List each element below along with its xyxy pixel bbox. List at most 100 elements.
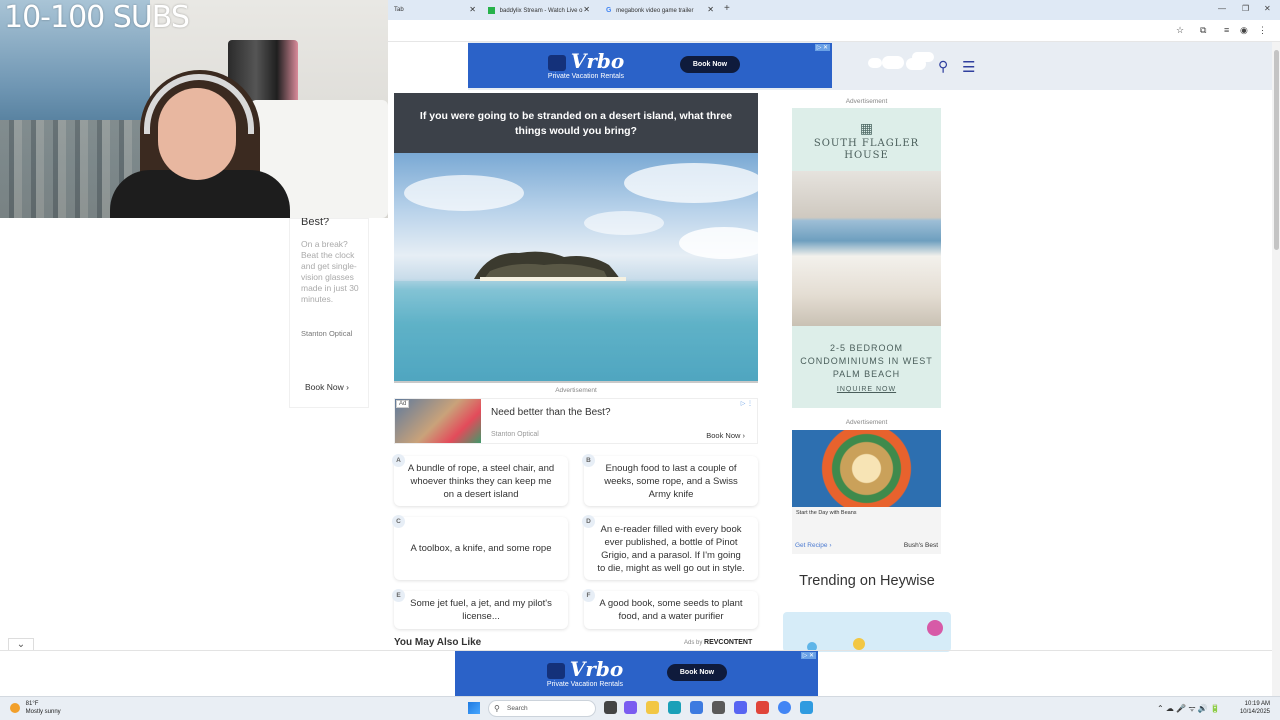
- vrbo-tagline: Private Vacation Rentals: [546, 681, 624, 688]
- adchoices-icon[interactable]: ▷ ⋮: [741, 400, 753, 407]
- answer-option-e[interactable]: E Some jet fuel, a jet, and my pilot's l…: [392, 589, 568, 629]
- subs-goal-label: 10-100 SUBS: [4, 0, 190, 35]
- ad-brand-name: SOUTH FLAGLER HOUSE: [813, 138, 920, 161]
- trending-card[interactable]: [783, 612, 951, 652]
- search-placeholder: Search: [507, 705, 528, 712]
- stanton-side-ad[interactable]: Best? On a break? Beat the clock and get…: [289, 216, 369, 408]
- browser-tab-active[interactable]: Tab ✕: [388, 3, 480, 18]
- minimize-icon[interactable]: —: [1218, 4, 1226, 13]
- vrbo-book-now-button[interactable]: Book Now: [667, 664, 727, 681]
- ad-badge: Ad: [396, 400, 410, 408]
- close-window-icon[interactable]: ✕: [1264, 4, 1271, 13]
- browser-menu-icon[interactable]: ⋮: [1258, 25, 1267, 36]
- favicon-icon: [488, 7, 495, 14]
- answer-option-b[interactable]: B Enough food to last a couple of weeks,…: [582, 454, 758, 506]
- answer-option-a[interactable]: A A bundle of rope, a steel chair, and w…: [392, 454, 568, 506]
- tab-label: megabonk video game trailer: [616, 8, 694, 15]
- vrbo-top-ad[interactable]: Vrbo Private Vacation Rentals Book Now ▷…: [468, 43, 832, 88]
- ad-caption: Start the Day with Beans: [796, 510, 857, 516]
- browser-tab[interactable]: baddylix Stream - Watch Live o ✕: [482, 3, 594, 18]
- ad-book-now-link[interactable]: Book Now ›: [305, 382, 349, 392]
- discord-icon[interactable]: [734, 701, 747, 714]
- ad-book-now-link[interactable]: Book Now ›: [706, 431, 745, 440]
- vrbo-tagline: Private Vacation Rentals: [547, 73, 625, 80]
- browser-tab-bar: Tab ✕ baddylix Stream - Watch Live o ✕ G…: [388, 0, 1280, 20]
- edge-icon[interactable]: [668, 701, 681, 714]
- close-icon[interactable]: ✕: [707, 5, 714, 14]
- vrbo-book-now-button[interactable]: Book Now: [680, 56, 740, 73]
- extension-icon[interactable]: ⧉: [1200, 25, 1206, 36]
- answer-letter: A: [392, 454, 405, 467]
- clock-date: 10/14/2025: [1239, 709, 1270, 715]
- windows-start-icon[interactable]: [468, 702, 480, 714]
- answer-option-d[interactable]: D An e-reader filled with every book eve…: [582, 515, 758, 580]
- answer-text: A toolbox, a knife, and some rope: [410, 543, 552, 554]
- clock[interactable]: 10:19 AM 10/14/2025: [1240, 700, 1270, 716]
- answer-letter: E: [392, 589, 405, 602]
- restore-icon[interactable]: ❐: [1242, 4, 1249, 13]
- clock-time: 10:19 AM: [1244, 701, 1270, 707]
- weather-widget[interactable]: 81°F Mostly sunny: [10, 700, 61, 716]
- ad-brand: Stanton Optical: [491, 431, 539, 438]
- bookmark-star-icon[interactable]: ☆: [1176, 25, 1184, 36]
- adchoices-icon[interactable]: ▷ ✕: [800, 652, 816, 659]
- ad-brand: Bush's Best: [903, 542, 938, 549]
- you-may-also-like-heading: You May Also Like: [394, 637, 482, 648]
- store-icon[interactable]: [690, 701, 703, 714]
- answer-text: A bundle of rope, a steel chair, and who…: [407, 462, 555, 500]
- google-icon: G: [606, 7, 612, 14]
- answer-text: An e-reader filled with every book ever …: [597, 523, 745, 574]
- answer-text: Some jet fuel, a jet, and my pilot's lic…: [410, 598, 552, 622]
- answer-option-c[interactable]: C A toolbox, a knife, and some rope: [392, 515, 568, 580]
- quiz-question: If you were going to be stranded on a de…: [394, 93, 758, 153]
- answer-letter: D: [582, 515, 595, 528]
- vrbo-bottom-ad[interactable]: Vrbo Private Vacation Rentals Book Now ▷…: [455, 651, 818, 696]
- weather-desc: Mostly sunny: [25, 709, 61, 715]
- ad-label: Advertisement: [555, 387, 597, 394]
- inquire-now-link[interactable]: INQUIRE NOW: [792, 386, 941, 393]
- revcontent-attribution[interactable]: Ads by REVCONTENT: [684, 639, 752, 646]
- south-flagler-ad[interactable]: ▦ SOUTH FLAGLER HOUSE 2-5 BEDROOM CONDOM…: [792, 108, 941, 408]
- scrollbar-thumb[interactable]: [1274, 50, 1279, 250]
- ad-brand: Stanton Optical: [301, 329, 353, 338]
- app-icon[interactable]: [712, 701, 725, 714]
- file-explorer-icon[interactable]: [646, 701, 659, 714]
- weather-temp: 81°F: [25, 701, 39, 707]
- condo-photo: [792, 171, 941, 326]
- bushs-beans-ad[interactable]: Start the Day with Beans Get Recipe › Bu…: [792, 430, 941, 554]
- answer-text: A good book, some seeds to plant food, a…: [599, 598, 743, 622]
- trending-heading: Trending on Heywise: [799, 573, 935, 589]
- close-icon[interactable]: ✕: [469, 5, 476, 14]
- vrbo-brand-block: Vrbo Private Vacation Rentals: [468, 49, 704, 80]
- header-logo-area: [388, 42, 468, 90]
- answer-option-f[interactable]: F A good book, some seeds to plant food,…: [582, 589, 758, 629]
- windows-taskbar: 81°F Mostly sunny ⚲ Search ⌃ ☁ 🎤 ᯤ 🔊 🔋 1…: [0, 696, 1280, 720]
- chevron-down-icon[interactable]: ⌄: [8, 638, 34, 650]
- chrome-icon[interactable]: [778, 701, 791, 714]
- page-scrollbar[interactable]: [1272, 42, 1280, 696]
- adchoices-icon[interactable]: ▷ ✕: [814, 44, 830, 51]
- taskbar-search-box[interactable]: ⚲ Search: [488, 700, 596, 717]
- new-tab-button[interactable]: +: [724, 3, 730, 14]
- header-cloud-decoration: [868, 52, 938, 76]
- task-view-icon[interactable]: [604, 701, 617, 714]
- food-photo: [792, 430, 941, 507]
- search-icon[interactable]: ⚲: [938, 58, 948, 75]
- browser-toolbar: ☆ ⧉ ≡ ◉ ⋮: [388, 20, 1280, 42]
- browser-tab[interactable]: G megabonk video game trailer ✕: [600, 3, 718, 18]
- notification-icon: [927, 620, 943, 636]
- close-icon[interactable]: ✕: [583, 5, 590, 14]
- native-ad-card[interactable]: Ad Need better than the Best? Stanton Op…: [394, 398, 758, 444]
- copilot-icon[interactable]: [624, 701, 637, 714]
- answer-letter: B: [582, 454, 595, 467]
- app-icon[interactable]: [800, 701, 813, 714]
- get-recipe-link[interactable]: Get Recipe ›: [795, 542, 832, 549]
- profile-icon[interactable]: ◉: [1240, 25, 1248, 36]
- system-tray[interactable]: ⌃ ☁ 🎤 ᯤ 🔊 🔋: [1157, 703, 1220, 714]
- hamburger-menu-icon[interactable]: ☰: [962, 58, 975, 76]
- obs-icon[interactable]: [756, 701, 769, 714]
- sun-icon: [10, 703, 20, 713]
- media-icon[interactable]: ≡: [1224, 25, 1229, 35]
- ad-label: Advertisement: [845, 419, 888, 426]
- ad-label: Advertisement: [845, 98, 888, 105]
